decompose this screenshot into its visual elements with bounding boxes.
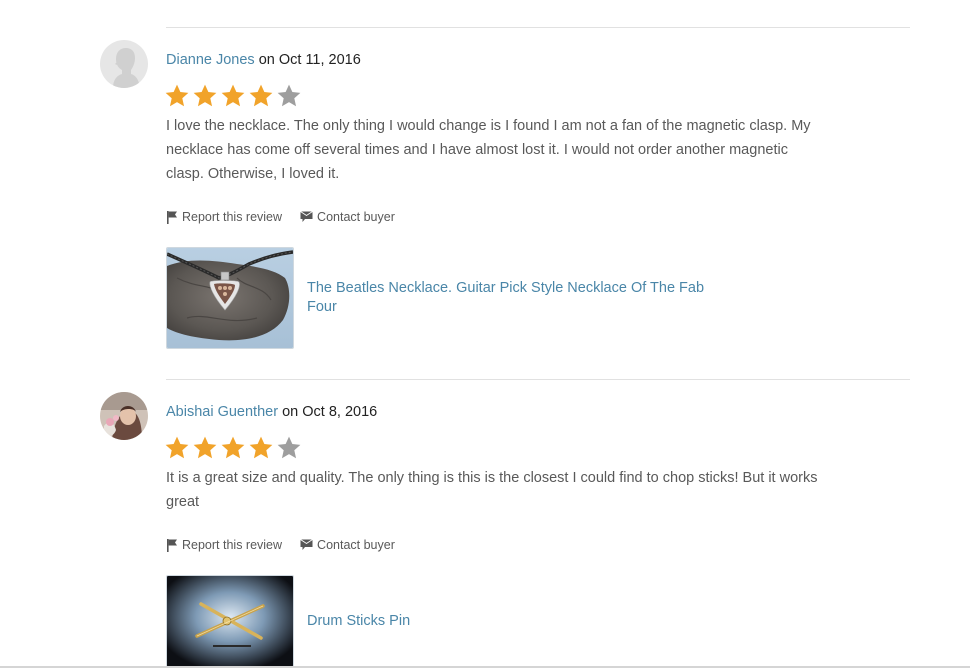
- star-filled-icon: [192, 83, 218, 109]
- reviewed-listing: The Beatles Necklace. Guitar Pick Style …: [166, 247, 727, 349]
- report-review-link[interactable]: Report this review: [166, 538, 282, 552]
- review-text: It is a great size and quality. The only…: [166, 470, 818, 510]
- review-meta: Abishai Guenther on Oct 8, 2016: [166, 404, 377, 420]
- star-filled-icon: [220, 83, 246, 109]
- review-meta: Dianne Jones on Oct 11, 2016: [166, 52, 361, 68]
- contact-buyer-label: Contact buyer: [317, 210, 395, 224]
- review-date: Oct 11, 2016: [278, 52, 361, 68]
- user-avatar[interactable]: [100, 392, 148, 440]
- review-divider: [166, 27, 910, 28]
- flag-icon: [167, 210, 177, 224]
- reviewer-name-link[interactable]: Abishai Guenther: [166, 404, 278, 420]
- report-review-label: Report this review: [182, 538, 283, 552]
- star-filled-icon: [248, 83, 274, 109]
- star-filled-icon: [220, 435, 246, 461]
- star-empty-icon: [276, 435, 302, 461]
- reviewed-listing: Drum Sticks Pin: [166, 575, 727, 667]
- reviewer-name-link[interactable]: Dianne Jones: [166, 52, 255, 68]
- listing-thumbnail[interactable]: [166, 575, 294, 667]
- star-filled-icon: [192, 435, 218, 461]
- star-rating: [164, 83, 302, 109]
- listing-thumbnail[interactable]: [166, 247, 294, 349]
- drum-sticks-pin-photo: [167, 576, 293, 667]
- star-empty-icon: [276, 83, 302, 109]
- reviews-page: Dianne Jones on Oct 11, 2016 I love the …: [0, 0, 970, 668]
- date-prefix: on: [254, 52, 279, 68]
- speech-bubble-icon: [300, 539, 313, 550]
- report-review-link[interactable]: Report this review: [166, 210, 282, 224]
- contact-buyer-label: Contact buyer: [317, 538, 395, 552]
- star-filled-icon: [164, 83, 190, 109]
- speech-bubble-icon: [300, 211, 313, 222]
- review-text: I love the necklace. The only thing I wo…: [166, 118, 811, 182]
- necklace-photo: [167, 248, 293, 348]
- review-actions: Report this review Contact buyer: [166, 210, 395, 224]
- default-avatar[interactable]: [100, 40, 148, 88]
- report-review-label: Report this review: [182, 210, 283, 224]
- date-prefix: on: [278, 404, 303, 420]
- listing-title-link[interactable]: Drum Sticks Pin: [307, 612, 727, 631]
- star-filled-icon: [164, 435, 190, 461]
- listing-title-link[interactable]: The Beatles Necklace. Guitar Pick Style …: [307, 279, 727, 317]
- star-filled-icon: [248, 435, 274, 461]
- contact-buyer-link[interactable]: Contact buyer: [300, 210, 395, 224]
- review-divider: [166, 379, 910, 380]
- contact-buyer-link[interactable]: Contact buyer: [300, 538, 395, 552]
- user-silhouette-icon: [100, 40, 148, 88]
- review-actions: Report this review Contact buyer: [166, 538, 395, 552]
- review-date: Oct 8, 2016: [302, 404, 378, 420]
- star-rating: [164, 435, 302, 461]
- user-avatar-photo: [100, 392, 148, 440]
- flag-icon: [167, 538, 177, 552]
